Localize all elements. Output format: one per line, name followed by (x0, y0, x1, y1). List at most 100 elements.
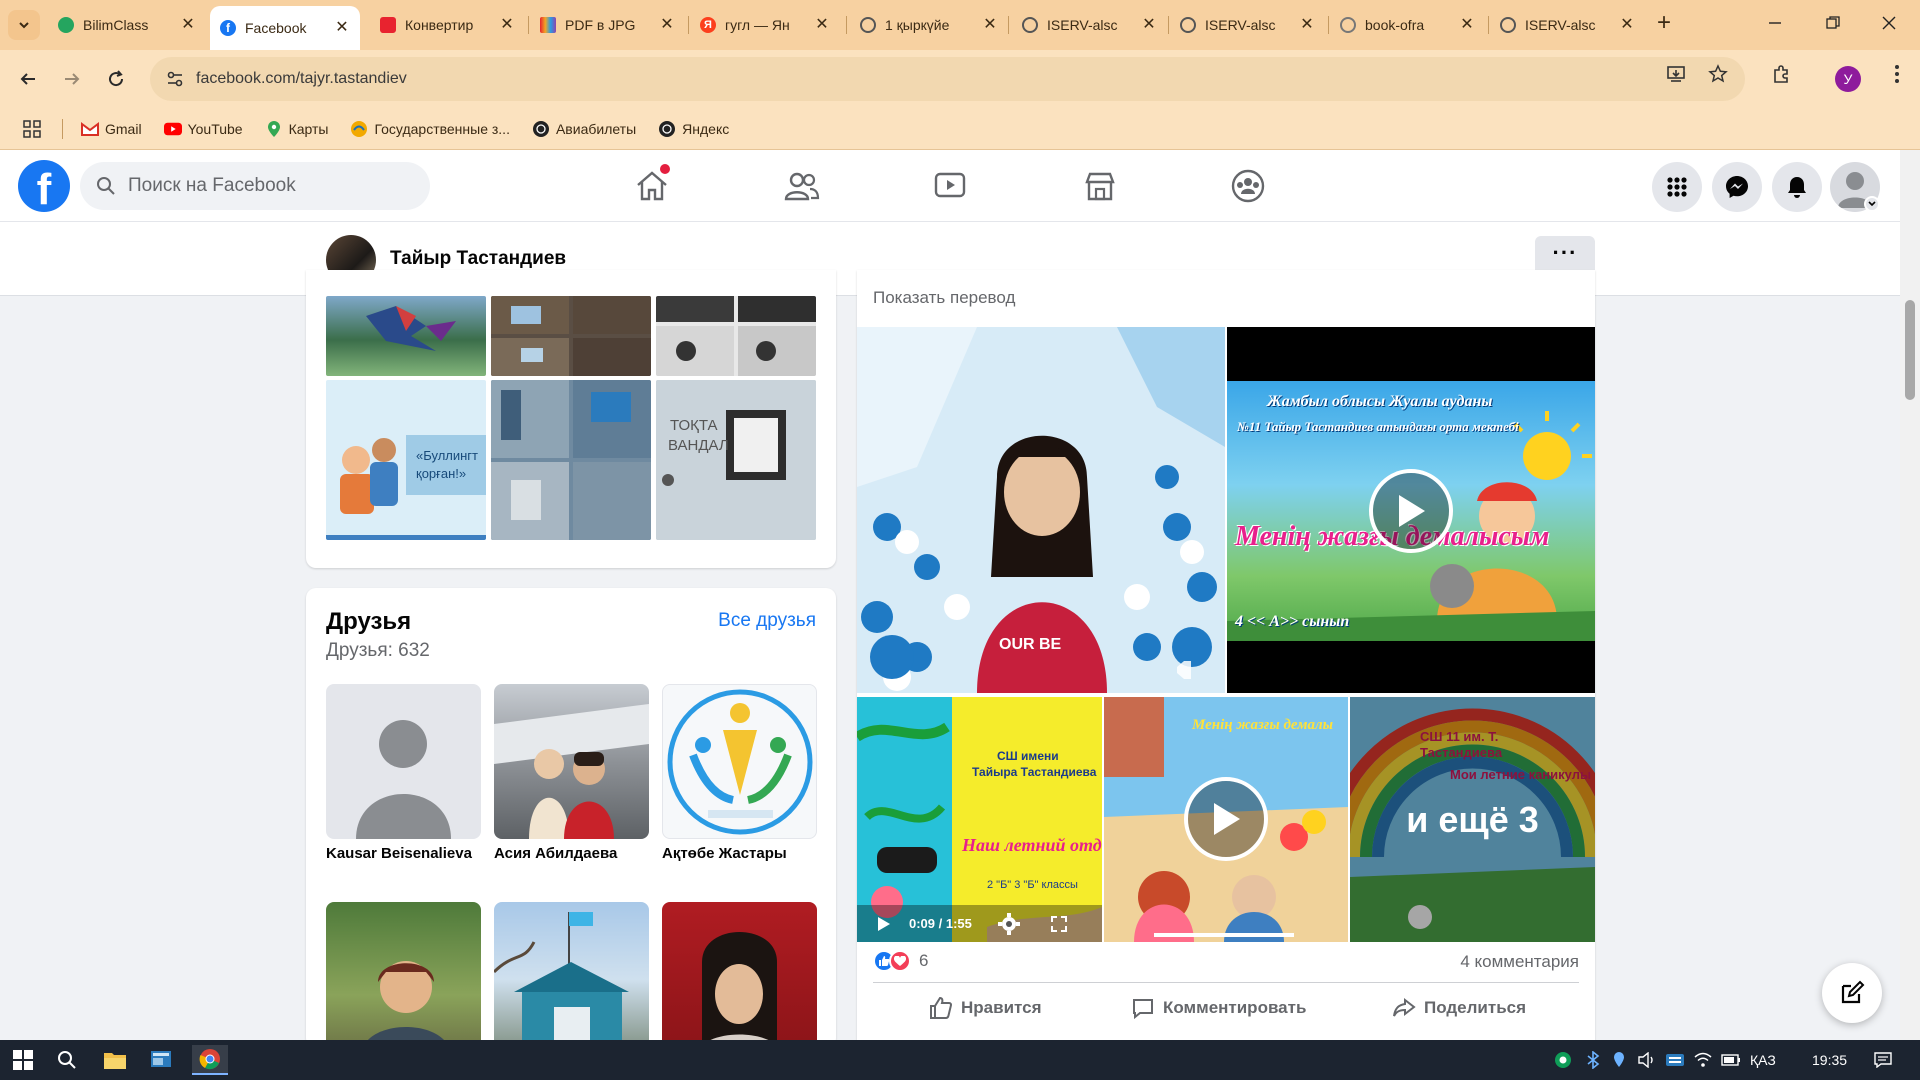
close-tab-icon[interactable]: ✕ (1459, 17, 1475, 33)
restore-button[interactable] (1810, 8, 1856, 38)
facebook-logo-icon[interactable]: f (18, 160, 70, 212)
install-app-icon[interactable] (1665, 63, 1687, 85)
reload-button[interactable] (100, 63, 132, 95)
messenger-button[interactable] (1712, 162, 1762, 212)
browser-tab[interactable]: ISERV-alsc ✕ (1012, 8, 1167, 42)
search-icon[interactable] (52, 1045, 82, 1075)
browser-tab[interactable]: Конвертир ✕ (370, 8, 525, 42)
close-tab-icon[interactable]: ✕ (334, 20, 350, 36)
menu-grid-button[interactable] (1652, 162, 1702, 212)
photo-thumbnail[interactable] (491, 296, 651, 376)
forward-button[interactable] (56, 63, 88, 95)
show-translation-link[interactable]: Показать перевод (873, 288, 1015, 308)
friend-photo[interactable] (326, 902, 481, 1057)
bookmark-gov[interactable]: Государственные з... (350, 120, 510, 138)
bookmark-avia[interactable]: Авиабилеты (532, 120, 636, 138)
fullscreen-icon[interactable] (1050, 914, 1070, 934)
apps-grid-icon[interactable] (20, 117, 44, 141)
minimize-button[interactable] (1752, 8, 1798, 38)
post-video-thumb-more[interactable]: СШ 11 им. Т. Тастандиева Мои летние кани… (1350, 697, 1595, 942)
friend-photo[interactable] (326, 684, 481, 839)
browser-tab[interactable]: ISERV-alsc ✕ (1490, 8, 1645, 42)
back-button[interactable] (12, 63, 44, 95)
post-video-main[interactable]: Жамбыл облысы Жуалы ауданы №11 Тайыр Тас… (1227, 327, 1595, 693)
groups-nav-icon[interactable] (1228, 168, 1268, 204)
windows-start-icon[interactable] (8, 1045, 38, 1075)
photo-thumbnail[interactable]: «Буллингт қорған!» (326, 380, 486, 540)
facebook-search-input[interactable]: Поиск на Facebook (80, 162, 430, 210)
site-settings-icon[interactable] (164, 68, 186, 90)
friend-name[interactable]: Ақтөбе Жастары (662, 845, 817, 862)
close-tab-icon[interactable]: ✕ (1141, 17, 1157, 33)
friend-photo[interactable] (662, 902, 817, 1057)
friend-item[interactable] (326, 902, 481, 1063)
friend-item[interactable] (494, 902, 649, 1063)
menu-dots-icon[interactable] (1886, 63, 1908, 85)
browser-tab-active[interactable]: f Facebook ✕ (210, 6, 360, 50)
bookmark-gmail[interactable]: Gmail (81, 120, 142, 138)
friend-photo[interactable] (662, 684, 817, 839)
share-button[interactable]: Поделиться (1392, 996, 1526, 1020)
close-tab-icon[interactable]: ✕ (1299, 17, 1315, 33)
browser-tab[interactable]: Я гугл — Ян ✕ (690, 8, 840, 42)
close-tab-icon[interactable]: ✕ (659, 17, 675, 33)
friends-nav-icon[interactable] (782, 168, 822, 204)
photo-thumbnail[interactable] (656, 296, 816, 376)
input-language[interactable]: ҚАЗ (1750, 1052, 1776, 1068)
reactions-summary[interactable]: 6 (873, 950, 928, 972)
photo-thumbnail[interactable] (491, 380, 651, 540)
profile-name[interactable]: Тайыр Тастандиев (390, 248, 566, 270)
post-video-thumb[interactable]: СШ имени Тайыра Тастандиева Наш летний о… (857, 697, 1102, 942)
watch-nav-icon[interactable] (930, 168, 970, 204)
post-photo-main[interactable]: OUR BE (857, 327, 1225, 693)
friend-item[interactable]: Асия Абилдаева (494, 684, 649, 862)
extensions-icon[interactable] (1770, 63, 1792, 85)
bookmark-maps[interactable]: Карты (265, 120, 328, 138)
close-tab-icon[interactable]: ✕ (982, 17, 998, 33)
wifi-icon[interactable] (1688, 1045, 1718, 1075)
friend-item[interactable]: Kausar Beisenalieva (326, 684, 481, 862)
clock[interactable]: 19:35 (1812, 1052, 1847, 1068)
volume-icon[interactable] (1632, 1045, 1662, 1075)
file-explorer-icon[interactable] (100, 1045, 130, 1075)
page-scrollbar[interactable] (1900, 150, 1920, 1040)
notification-center-icon[interactable] (1868, 1045, 1898, 1075)
close-tab-icon[interactable]: ✕ (180, 17, 196, 33)
chrome-tray-icon[interactable] (1548, 1045, 1578, 1075)
location-icon[interactable] (1604, 1045, 1634, 1075)
friend-photo[interactable] (494, 902, 649, 1057)
bookmark-star-icon[interactable] (1707, 63, 1729, 85)
address-bar[interactable]: facebook.com/tajyr.tastandiev (150, 57, 1745, 101)
account-chevron-icon[interactable] (1864, 196, 1880, 212)
browser-tab[interactable]: book-ofra ✕ (1330, 8, 1485, 42)
close-tab-icon[interactable]: ✕ (1619, 17, 1635, 33)
chrome-taskbar-icon[interactable] (192, 1045, 228, 1075)
keyboard-icon[interactable] (1660, 1045, 1690, 1075)
new-message-button[interactable] (1822, 963, 1882, 1023)
screen-app-icon[interactable] (146, 1045, 176, 1075)
comment-button[interactable]: Комментировать (1131, 996, 1306, 1020)
like-button[interactable]: Нравится (929, 996, 1042, 1020)
friend-item[interactable] (662, 902, 817, 1063)
profile-avatar[interactable]: У (1835, 66, 1861, 92)
battery-icon[interactable] (1716, 1045, 1746, 1075)
comments-count[interactable]: 4 комментария (1460, 952, 1579, 972)
friend-name[interactable]: Kausar Beisenalieva (326, 845, 481, 862)
browser-tab[interactable]: 1 қыркүйе ✕ (850, 8, 1008, 42)
browser-tab[interactable]: ISERV-alsc ✕ (1170, 8, 1325, 42)
photo-thumbnail[interactable]: ТОҚТА ВАНДАЛ (656, 380, 816, 540)
friend-photo[interactable] (494, 684, 649, 839)
notifications-button[interactable] (1772, 162, 1822, 212)
tab-search-button[interactable] (8, 10, 40, 40)
all-friends-link[interactable]: Все друзья (718, 610, 816, 632)
marketplace-nav-icon[interactable] (1080, 168, 1120, 204)
browser-tab[interactable]: PDF в JPG ✕ (530, 8, 685, 42)
post-video-thumb[interactable]: Менің жазғы демалы (1104, 697, 1348, 942)
close-tab-icon[interactable]: ✕ (814, 17, 830, 33)
play-icon[interactable] (1184, 777, 1268, 861)
new-tab-button[interactable]: + (1650, 10, 1678, 38)
photo-thumbnail[interactable] (326, 296, 486, 376)
scrollbar-thumb[interactable] (1905, 300, 1915, 400)
browser-tab[interactable]: BilimClass ✕ (48, 8, 206, 42)
play-icon[interactable] (877, 915, 895, 933)
